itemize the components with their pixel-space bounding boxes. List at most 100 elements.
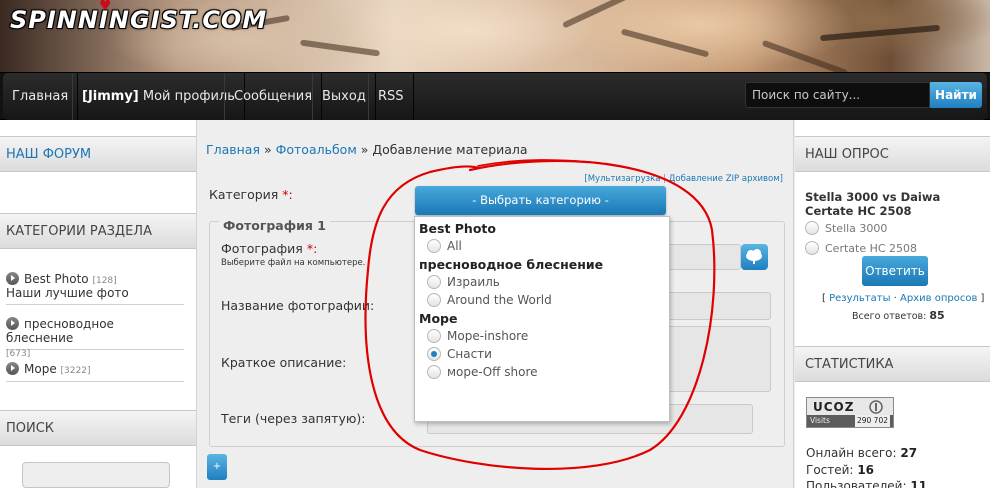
radio-icon[interactable] [805,241,819,255]
site-search-button[interactable]: Найти [930,82,982,108]
category-name[interactable]: пресноводное блеснение [6,317,114,345]
stat-label: Гостей: [806,463,854,477]
stat-value: 27 [900,446,918,460]
radio-icon[interactable] [805,221,819,235]
option-label: Around the World [447,293,552,307]
stat-label: Онлайн всего: [806,446,897,460]
breadcrumb-album-link[interactable]: Фотоальбом [276,142,357,157]
poll-option[interactable]: Certate HC 2508 [805,241,917,255]
dropdown-option-selected[interactable]: Снасти [427,347,492,361]
photo-name-label: Название фотографии: [221,298,375,313]
radio-icon[interactable] [427,293,441,307]
stat-guests: Гостей: 16 [806,463,874,477]
header-banner: SPINNINGIST.COM ♥ [0,0,990,72]
poll-option-label: Certate HC 2508 [825,242,918,255]
ucoz-logo: UCOZ [813,400,855,414]
bracket: ] [779,174,783,184]
radio-icon[interactable] [427,275,441,289]
category-count: [3222] [60,366,91,376]
nav-home[interactable]: Главная [3,73,79,120]
radio-icon[interactable] [427,329,441,343]
vote-button[interactable]: Ответить [862,256,928,286]
poll-total-label: Всего ответов: [852,311,927,322]
forum-block-title[interactable]: НАШ ФОРУМ [0,136,196,172]
category-label: Категория *: [209,187,293,202]
poll-archive-link[interactable]: Архив опросов [900,293,977,304]
stat-label: Пользователей: [806,479,907,488]
tags-label: Теги (через запятую): [221,411,366,426]
nav-profile[interactable]: [Jimmy] Мой профиль [72,73,245,120]
nav-messages[interactable]: Сообщения [224,73,323,120]
dropdown-group-title: Море [419,311,458,326]
zip-upload-link[interactable]: Добавление ZIP архивом [669,174,780,184]
arrow-bullet-icon [6,272,19,285]
dropdown-option[interactable]: All [427,239,462,253]
site-logo[interactable]: SPINNINGIST.COM [10,6,267,34]
category-desc: Наши лучшие фото [6,286,129,300]
option-label: Море-inshore [447,329,529,343]
photo-label-text: Фотография [221,241,303,256]
radio-icon[interactable] [427,239,441,253]
category-count: [673] [6,349,31,359]
nav-profile-label: Мой профиль [138,89,235,104]
dropdown-option[interactable]: Израиль [427,275,500,289]
stat-value: 16 [857,463,875,477]
photo-fieldset-legend: Фотография 1 [219,218,330,233]
upload-cloud-button[interactable] [741,244,768,270]
breadcrumb-current: Добавление материала [372,142,528,157]
arrow-bullet-icon [6,362,19,375]
select-category-button[interactable]: - Выбрать категорию - [415,186,666,215]
add-photo-button[interactable]: + [207,454,227,480]
option-label: Израиль [447,275,500,289]
ucoz-counter-icon [869,400,883,414]
poll-links: [ Результаты · Архив опросов ] [822,293,984,304]
poll-results-link[interactable]: Результаты [829,293,890,304]
radio-checked-icon[interactable] [427,347,441,361]
dropdown-option[interactable]: море-Off shore [427,365,538,379]
nav-rss[interactable]: RSS [368,73,414,120]
category-dropdown: Best Photo All пресноводное блеснение Из… [414,216,670,422]
poll-total-value: 85 [929,309,945,322]
bracket: [ [822,293,826,304]
breadcrumb-home-link[interactable]: Главная [206,142,260,157]
option-label: море-Off shore [447,365,538,379]
dropdown-option[interactable]: Around the World [427,293,552,307]
left-sidebar: НАШ ФОРУМ КАТЕГОРИИ РАЗДЕЛА Best Photo [… [0,120,196,488]
category-item[interactable]: Море [3222] [6,362,184,382]
ucoz-counter[interactable]: UCOZ Visits 290 702 [806,397,894,428]
site-search-input[interactable]: Поиск по сайту... [745,82,930,108]
search-block-title: ПОИСК [0,410,196,446]
category-label-text: Категория [209,187,279,202]
stat-users: Пользователей: 11 [806,479,927,488]
photo-label: Фотография *: [221,241,317,256]
sidebar-search-input[interactable] [22,462,170,488]
category-name[interactable]: Best Photo [24,272,89,286]
category-item[interactable]: Best Photo [128] Наши лучшие фото [6,272,184,305]
dropdown-option[interactable]: Море-inshore [427,329,528,343]
main-nav: Главная [Jimmy] Мой профиль Сообщения Вы… [0,72,990,120]
radio-icon[interactable] [427,365,441,379]
nav-logout[interactable]: Выход [312,73,376,120]
categories-block-title: КАТЕГОРИИ РАЗДЕЛА [0,213,196,249]
breadcrumb-sep: » [260,142,276,157]
category-count: [128] [92,276,117,286]
link-separator: · [893,293,897,304]
nav-profile-user: [Jimmy] [82,89,139,104]
main-content: Главная » Фотоальбом » Добавление матери… [196,120,794,488]
category-item[interactable]: пресноводное блеснение [673] [6,317,184,359]
dropdown-group-title: пресноводное блеснение [419,257,604,272]
logo-heart-icon: ♥ [99,0,112,14]
option-label: All [447,239,462,253]
poll-block-title: НАШ ОПРОС [795,136,990,172]
stat-value: 11 [910,479,928,488]
required-mark: *: [302,241,318,256]
arrow-bullet-icon [6,317,19,330]
stats-block-title: СТАТИСТИКА [795,346,990,382]
link-separator: | [660,174,669,184]
dropdown-group-title: Best Photo [419,221,496,236]
category-name[interactable]: Море [24,362,57,376]
multi-upload-link[interactable]: Мультизагрузка [588,174,661,184]
poll-total: Всего ответов: 85 [852,309,945,322]
poll-option[interactable]: Stella 3000 [805,221,887,235]
breadcrumb-sep: » [356,142,373,157]
